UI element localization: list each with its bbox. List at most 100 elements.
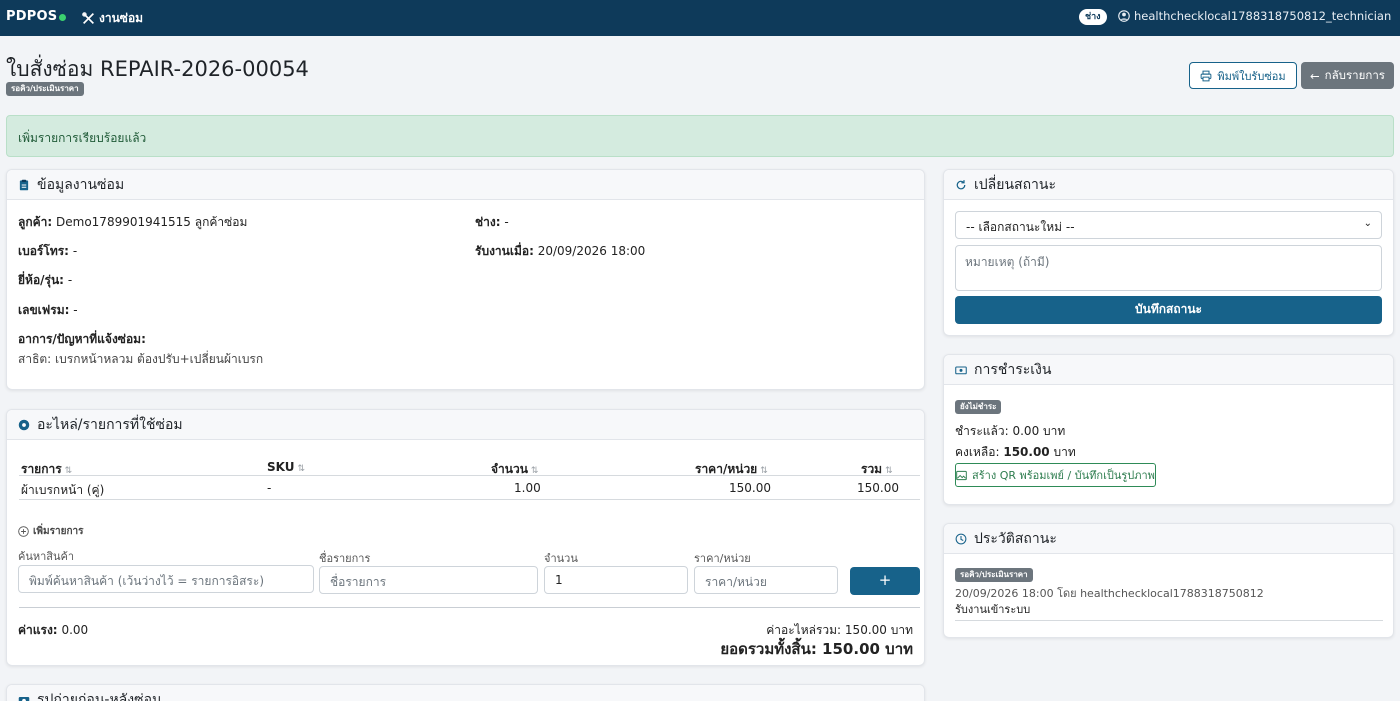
job-info-title: ข้อมูลงานซ่อม: [37, 176, 125, 193]
frame-number-label: เลขเฟรม:: [18, 303, 70, 317]
divider: [19, 607, 920, 608]
parts-table-header: รายการ ⇅ SKU ⇅ จำนวน ⇅ ราคา/หน่วย ⇅ รวม ⇅: [19, 456, 920, 476]
technician-row: ช่าง: -: [475, 213, 509, 232]
phone-value: -: [72, 244, 78, 258]
unit-price-input[interactable]: ราคา/หน่วย: [694, 566, 838, 594]
received-value: 20/09/2026 18:00: [537, 244, 646, 258]
search-product-input[interactable]: พิมพ์ค้นหาสินค้า (เว้นว่างไว้ = รายการอิ…: [18, 565, 314, 593]
add-item-heading: เพิ่มรายการ: [18, 524, 84, 539]
status-history-title: ประวัติสถานะ: [974, 530, 1057, 547]
status-change-header: เปลี่ยนสถานะ: [944, 170, 1393, 200]
grand-total: ยอดรวมทั้งสิ้น: 150.00 บาท: [720, 640, 913, 658]
parts-card: อะไหล่/รายการที่ใช้ซ่อม รายการ ⇅ SKU ⇅ จำน…: [6, 409, 925, 666]
sort-icon: ⇅: [297, 464, 306, 474]
received-row: รับงานเมื่อ: 20/09/2026 18:00: [475, 242, 645, 261]
remaining-unit: บาท: [1053, 445, 1076, 459]
history-note: รับงานเข้าระบบ: [955, 603, 1031, 616]
phone-row: เบอร์โทร: -: [18, 242, 77, 261]
status-select[interactable]: -- เลือกสถานะใหม่ -- ⌄: [955, 211, 1382, 239]
frame-number-row: เลขเฟรม: -: [18, 301, 78, 320]
status-change-title: เปลี่ยนสถานะ: [974, 176, 1056, 193]
print-receipt-button[interactable]: พิมพ์ใบรับซ่อม: [1189, 62, 1297, 89]
remaining-value: 150.00: [1003, 445, 1050, 459]
back-to-list-label: กลับรายการ: [1324, 67, 1385, 82]
printer-icon: [1200, 70, 1212, 81]
success-alert: เพิ่มรายการเรียบร้อยแล้ว: [6, 115, 1394, 157]
gear-icon: [18, 419, 30, 430]
refresh-icon: [956, 179, 966, 189]
brand-logo[interactable]: PDPOS: [6, 9, 57, 24]
create-qr-label: สร้าง QR พร้อมเพย์ / บันทึกเป็นรูปภาพ: [972, 469, 1155, 482]
status-change-card: เปลี่ยนสถานะ -- เลือกสถานะใหม่ -- ⌄ หมาย…: [943, 169, 1394, 336]
payment-header: การชำระเงิน: [944, 355, 1393, 385]
user-menu[interactable]: healthchecklocal1788318750812_technician…: [1118, 9, 1400, 23]
nav-link-repairs[interactable]: งานซ่อม: [82, 9, 143, 28]
brand-model-row: ยี่ห้อ/รุ่น: -: [18, 271, 72, 290]
brand-model-label: ยี่ห้อ/รุ่น:: [18, 273, 64, 287]
remaining-label: คงเหลือ:: [955, 445, 1000, 459]
chevron-down-icon: ⌄: [1363, 218, 1372, 229]
customer-row: ลูกค้า: Demo1789901941515 ลูกค้าซ่อม: [18, 213, 247, 232]
photos-title: รูปถ่ายก่อน-หลังซ่อม: [37, 691, 162, 701]
nav-link-label: งานซ่อม: [99, 11, 144, 25]
photos-card: รูปถ่ายก่อน-หลังซ่อม: [6, 684, 925, 701]
job-info-card: ข้อมูลงานซ่อม ลูกค้า: Demo1789901941515 …: [6, 169, 925, 390]
clipboard-icon: [19, 179, 29, 190]
status-history-header: ประวัติสถานะ: [944, 524, 1393, 554]
search-product-label: ค้นหาสินค้า: [18, 550, 75, 563]
received-label: รับงานเมื่อ:: [475, 244, 534, 258]
image-icon: [956, 470, 967, 480]
row-total: 150.00: [857, 481, 899, 495]
paid-row: ชำระแล้ว: 0.00 บาท: [955, 422, 1065, 441]
create-qr-button[interactable]: สร้าง QR พร้อมเพย์ / บันทึกเป็นรูปภาพ: [955, 463, 1156, 487]
back-to-list-button[interactable]: ← กลับรายการ: [1301, 62, 1394, 89]
save-status-button[interactable]: บันทึกสถานะ: [955, 296, 1382, 324]
remaining-row: คงเหลือ: 150.00 บาท: [955, 443, 1076, 462]
list-item: รอคิว/ประเมินราคา 20/09/2026 18:00 โดย h…: [955, 564, 1383, 621]
col-sku[interactable]: SKU ⇅: [267, 460, 305, 474]
payment-status-badge: ยังไม่ชำระ: [955, 400, 1002, 414]
sort-icon: ⇅: [885, 466, 893, 476]
user-name: healthchecklocal1788318750812_technician: [1134, 9, 1392, 23]
top-navbar: PDPOS งานซ่อม ช่าง healthchecklocal17883…: [0, 0, 1400, 36]
row-qty: 1.00: [514, 481, 541, 495]
item-name-input[interactable]: ชื่อรายการ: [319, 566, 538, 594]
issue-label: อาการ/ปัญหาที่แจ้งซ่อม:: [18, 332, 146, 346]
phone-label: เบอร์โทร:: [18, 244, 69, 258]
sort-icon: ⇅: [760, 466, 768, 476]
paid-label: ชำระแล้ว:: [955, 424, 1009, 438]
table-row: ผ้าเบรกหน้า (คู่) - 1.00 150.00 150.00: [19, 477, 920, 500]
print-receipt-label: พิมพ์ใบรับซ่อม: [1217, 69, 1286, 83]
issue-value: สาธิต: เบรกหน้าหลวม ต้องปรับ+เปลี่ยนผ้าเ…: [18, 352, 264, 366]
labor-value: 0.00: [61, 623, 89, 637]
customer-label: ลูกค้า:: [18, 215, 53, 229]
arrow-left-icon: ←: [1310, 68, 1320, 83]
status-note-textarea[interactable]: หมายเหตุ (ถ้ามี): [955, 245, 1382, 291]
item-name-label: ชื่อรายการ: [319, 552, 371, 565]
camera-icon: [18, 696, 30, 701]
row-sku: -: [267, 481, 272, 495]
role-badge: ช่าง: [1079, 9, 1107, 25]
labor-row: ค่าแรง: 0.00: [18, 621, 88, 640]
paid-value: 0.00 บาท: [1012, 424, 1066, 438]
row-unit-price: 150.00: [729, 481, 771, 495]
plus-circle-icon: [18, 526, 29, 537]
user-icon: [1118, 10, 1130, 22]
row-item: ผ้าเบรกหน้า (คู่): [21, 483, 105, 497]
sort-icon: ⇅: [530, 466, 539, 476]
status-badge: รอคิว/ประเมินราคา: [6, 82, 84, 96]
technician-value: -: [504, 215, 509, 229]
tools-icon: [82, 12, 94, 24]
brand-model-value: -: [67, 273, 73, 287]
status-history-card: ประวัติสถานะ รอคิว/ประเมินราคา 20/09/202…: [943, 523, 1394, 638]
quantity-input[interactable]: 1: [544, 566, 688, 594]
online-status-dot: [59, 14, 66, 21]
history-status-badge: รอคิว/ประเมินราคา: [955, 568, 1033, 582]
customer-value: Demo1789901941515 ลูกค้าซ่อม: [56, 215, 248, 229]
job-info-header: ข้อมูลงานซ่อม: [7, 170, 924, 200]
parts-header: อะไหล่/รายการที่ใช้ซ่อม: [7, 410, 924, 440]
parts-title: อะไหล่/รายการที่ใช้ซ่อม: [37, 416, 183, 433]
status-select-value: -- เลือกสถานะใหม่ --: [966, 220, 1075, 234]
photos-header: รูปถ่ายก่อน-หลังซ่อม: [7, 685, 924, 701]
add-item-button[interactable]: +: [850, 567, 920, 595]
